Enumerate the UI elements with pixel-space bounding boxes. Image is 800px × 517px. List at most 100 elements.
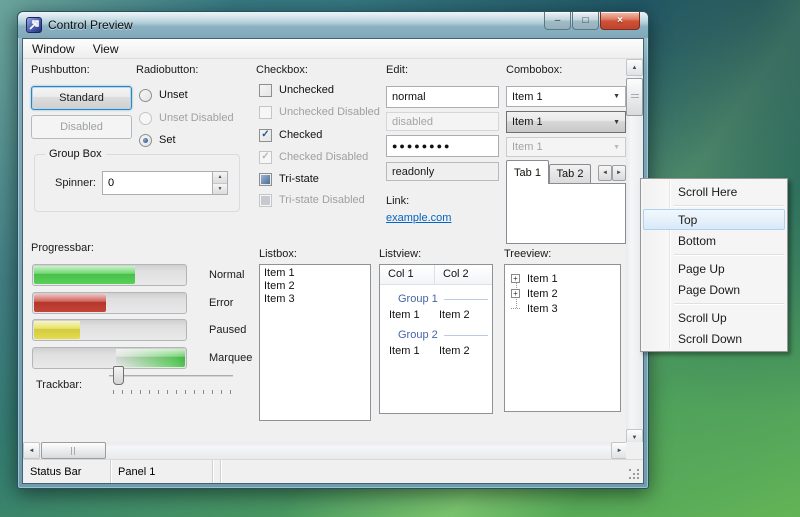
menu-view[interactable]: View [84,40,128,58]
spinner-up-icon[interactable]: ▲ [213,172,227,184]
menu-item-bottom[interactable]: Bottom [643,230,785,251]
checkbox-checked-disabled: ✓ Checked Disabled [259,149,368,165]
combobox-normal[interactable]: Item 1 ▼ [506,86,626,107]
radiobutton-label: Radiobutton: [136,64,198,76]
menu-item-page-down[interactable]: Page Down [643,279,785,300]
tree-item[interactable]: + Item 1 [505,271,620,286]
listbox: Item 1 Item 2 Item 3 [259,264,371,421]
combobox-droplist[interactable]: Item 1 ▼ [506,111,626,133]
progressbar-name: Paused [209,324,246,336]
checkbox-unchecked[interactable]: Unchecked [259,82,334,98]
checkbox-checked-icon: ✓ [259,129,272,142]
table-row[interactable]: Item 1 Item 2 [380,345,492,357]
checkbox-icon [259,84,272,97]
example-link[interactable]: example.com [386,212,451,224]
checkbox-item-label: Unchecked Disabled [279,106,380,118]
checkbox-checked[interactable]: ✓ Checked [259,127,322,143]
listview: Col 1 Col 2 Group 1 Item 1 Item 2 Group … [379,264,493,414]
menu-item-scroll-up[interactable]: Scroll Up [643,307,785,328]
trackbar [109,366,233,386]
progressbar-paused [32,319,187,341]
pushbutton-label: Pushbutton: [31,64,90,76]
chevron-down-icon: ▼ [613,93,620,100]
scroll-left-icon[interactable]: ◄ [23,442,40,459]
minimize-button[interactable]: – [544,12,571,30]
radio-set[interactable]: Set [139,132,176,148]
expand-icon[interactable]: + [511,274,520,283]
radio-label: Set [159,134,176,146]
group-box-title: Group Box [45,148,106,160]
table-row[interactable]: Item 1 Item 2 [380,309,492,321]
menu-item-page-up[interactable]: Page Up [643,258,785,279]
tree-item-label: Item 3 [527,303,558,315]
checkbox-tristate[interactable]: Tri-state [259,171,319,187]
checkbox-label: Checkbox: [256,64,308,76]
column-header[interactable]: Col 2 [435,265,477,284]
spinner-down-icon[interactable]: ▼ [213,184,227,195]
combobox-disabled: Item 1 ▼ [506,137,626,157]
progressbar-normal [32,264,187,286]
tab-2[interactable]: Tab 2 [549,164,591,184]
chevron-down-icon: ▼ [613,119,620,126]
edit-normal[interactable] [386,86,499,108]
checkbox-indeterminate-icon [259,173,272,186]
progress-fill [116,349,185,367]
listview-group-header: Group 1 [398,293,488,305]
tab-scroll-right-icon[interactable]: ► [612,165,626,181]
expand-icon[interactable]: + [511,289,520,298]
checkbox-item-label: Tri-state [279,173,319,185]
edit-readonly[interactable] [386,162,499,181]
close-button[interactable]: × [600,12,640,30]
checkbox-item-label: Unchecked [279,84,334,96]
combobox-label: Combobox: [506,64,562,76]
trackbar-thumb[interactable] [113,366,124,385]
tree-item-label: Item 1 [527,273,558,285]
tab-scroll-left-icon[interactable]: ◄ [598,165,612,181]
horizontal-scrollbar[interactable]: ◄ ► [23,442,628,459]
edit-password[interactable] [386,135,499,157]
radio-unset[interactable]: Unset [139,87,188,103]
menu-item-top[interactable]: Top [643,209,785,230]
group-line [444,299,488,300]
list-item[interactable]: Item 1 [260,267,370,280]
horizontal-scrollbar-thumb[interactable] [41,442,106,459]
menu-window[interactable]: Window [23,40,84,58]
cell: Item 2 [435,345,470,357]
standard-button[interactable]: Standard [31,86,132,110]
menu-item-scroll-down[interactable]: Scroll Down [643,328,785,349]
listbox-label: Listbox: [259,248,297,260]
column-header[interactable]: Col 1 [380,265,435,284]
trackbar-ticks [113,390,235,394]
group-line [444,335,488,336]
tree-item[interactable]: + Item 2 [505,286,620,301]
link-label: Link: [386,195,409,207]
tree-rows: + Item 1 + Item 2 Item 3 [505,265,620,316]
radio-label: Unset Disabled [159,112,234,124]
edit-disabled [386,112,499,131]
client-area: Pushbutton: Standard Disabled Group Box … [23,59,643,459]
group-name: Group 2 [398,329,438,341]
spinner: ▲ ▼ [102,171,228,195]
checkbox-indeterminate-icon [259,194,272,207]
list-item[interactable]: Item 3 [260,293,370,306]
tab-1[interactable]: Tab 1 [506,160,549,184]
progressbar-name: Normal [209,269,244,281]
progress-fill [34,266,135,284]
group-box: Group Box Spinner: ▲ ▼ [34,154,240,212]
maximize-button[interactable]: □ [572,12,599,30]
resize-grip[interactable] [629,469,631,471]
cell: Item 2 [435,309,470,321]
vertical-scrollbar-thumb[interactable] [626,78,643,116]
scroll-up-icon[interactable]: ▲ [626,59,643,76]
tree-connector [511,308,520,309]
list-item[interactable]: Item 2 [260,280,370,293]
progress-fill [34,294,106,312]
app-icon [26,17,42,33]
spinner-input[interactable] [102,171,212,195]
checkbox-item-label: Checked Disabled [279,151,368,163]
listview-group-header: Group 2 [398,329,488,341]
titlebar[interactable]: Control Preview – □ × [18,12,648,38]
combobox-value: Item 1 [512,116,543,128]
menu-item-scroll-here[interactable]: Scroll Here [643,181,785,202]
tree-item[interactable]: Item 3 [505,301,620,316]
